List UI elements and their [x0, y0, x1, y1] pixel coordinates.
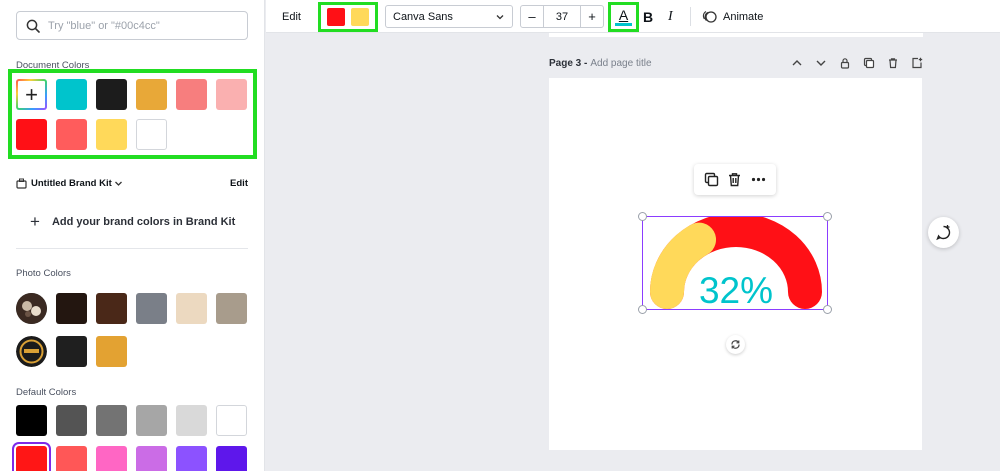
color-panel: Document Colors + Untitled Brand Kit Edi… — [0, 0, 265, 471]
photo-color-swatch[interactable] — [96, 336, 127, 367]
document-color-swatch[interactable] — [16, 119, 47, 150]
add-page-icon[interactable] — [911, 57, 923, 69]
default-colors-title: Default Colors — [16, 387, 77, 398]
delete-icon[interactable] — [727, 172, 742, 187]
animate-icon — [702, 11, 717, 23]
plus-icon: + — [25, 81, 38, 107]
add-color-button[interactable]: + — [16, 79, 47, 110]
selected-color-2[interactable] — [351, 8, 369, 26]
photo-thumbnail-2[interactable] — [16, 336, 47, 367]
document-color-swatch[interactable] — [96, 119, 127, 150]
resize-handle-bottom-left[interactable] — [638, 305, 647, 314]
color-search[interactable] — [16, 11, 248, 40]
chevron-down-icon — [496, 14, 504, 19]
font-size-value[interactable]: 37 — [543, 6, 581, 27]
selected-color-1[interactable] — [327, 8, 345, 26]
default-color-swatch[interactable] — [216, 446, 247, 471]
document-color-swatch[interactable] — [96, 79, 127, 110]
photo-color-swatch[interactable] — [136, 293, 167, 324]
default-color-swatch[interactable] — [136, 405, 167, 436]
resize-handle-top-right[interactable] — [823, 212, 832, 221]
default-color-swatch[interactable] — [56, 405, 87, 436]
element-context-toolbar — [694, 164, 776, 195]
divider — [16, 248, 248, 249]
increase-size-button[interactable]: + — [581, 9, 603, 24]
resize-handle-bottom-right[interactable] — [823, 305, 832, 314]
photo-thumbnail-1-image — [16, 293, 47, 324]
gauge-graphic: 32% — [650, 217, 822, 311]
add-comment-button[interactable] — [928, 217, 959, 248]
default-color-swatch[interactable] — [56, 446, 87, 471]
document-color-swatch[interactable] — [56, 79, 87, 110]
brand-kit-row: Untitled Brand Kit Edit — [16, 178, 248, 189]
gauge-value-text[interactable]: 32% — [699, 270, 773, 311]
gauge-fill — [650, 222, 717, 309]
page-title: Page 3 - — [549, 57, 588, 69]
search-input[interactable] — [48, 19, 238, 32]
chevron-up-icon[interactable] — [791, 57, 803, 69]
duplicate-page-icon[interactable] — [863, 57, 875, 69]
photo-color-swatch[interactable] — [96, 293, 127, 324]
document-color-swatch[interactable] — [216, 79, 247, 110]
more-options-icon[interactable] — [751, 172, 766, 187]
text-color-button[interactable]: A — [608, 2, 639, 32]
comment-icon — [936, 225, 951, 241]
page-actions — [791, 57, 923, 69]
decrease-size-button[interactable]: – — [521, 9, 543, 24]
document-color-swatch[interactable] — [176, 79, 207, 110]
document-color-swatch[interactable] — [136, 79, 167, 110]
rotate-icon — [731, 340, 740, 349]
italic-button[interactable]: I — [668, 0, 673, 33]
animate-button[interactable]: Animate — [702, 0, 763, 33]
document-color-swatch[interactable] — [136, 119, 167, 150]
chevron-down-icon[interactable] — [815, 57, 827, 69]
rotate-handle[interactable] — [726, 335, 745, 354]
add-brand-colors-label: Add your brand colors in Brand Kit — [51, 216, 236, 228]
gauge-element[interactable]: 32% — [638, 212, 832, 314]
photo-color-swatch[interactable] — [216, 293, 247, 324]
font-selector[interactable]: Canva Sans — [385, 5, 513, 28]
add-brand-colors-button[interactable]: + Add your brand colors in Brand Kit — [30, 212, 235, 232]
plus-icon: + — [30, 212, 40, 231]
photo-color-swatch[interactable] — [56, 293, 87, 324]
brand-kit-name[interactable]: Untitled Brand Kit — [31, 178, 112, 189]
chevron-down-icon[interactable] — [114, 179, 123, 188]
resize-handle-top-left[interactable] — [638, 212, 647, 221]
default-color-swatch[interactable] — [16, 446, 47, 471]
page-header: Page 3 - Add page title — [549, 57, 923, 69]
lock-icon[interactable] — [839, 57, 851, 69]
duplicate-icon[interactable] — [704, 172, 719, 187]
font-name: Canva Sans — [393, 10, 453, 23]
default-color-swatch[interactable] — [136, 446, 167, 471]
default-color-swatch[interactable] — [216, 405, 247, 436]
toolbar-divider — [690, 7, 691, 26]
top-toolbar: Edit Canva Sans – 37 + A B I Animate — [266, 0, 1000, 33]
photo-color-swatch[interactable] — [56, 336, 87, 367]
animate-label: Animate — [723, 10, 764, 23]
default-color-swatch[interactable] — [16, 405, 47, 436]
default-color-swatch[interactable] — [96, 446, 127, 471]
text-color-icon: A — [618, 6, 629, 23]
photo-color-swatch[interactable] — [176, 293, 207, 324]
brand-kit-edit-button[interactable]: Edit — [230, 178, 248, 189]
default-color-swatch[interactable] — [96, 405, 127, 436]
default-color-swatch[interactable] — [176, 446, 207, 471]
font-size-stepper[interactable]: – 37 + — [520, 5, 604, 28]
photo-thumbnail-2-image — [16, 336, 47, 367]
document-color-swatch[interactable] — [56, 119, 87, 150]
selected-colors-button[interactable] — [318, 2, 378, 32]
edit-button[interactable]: Edit — [282, 0, 301, 33]
add-page-title[interactable]: Add page title — [590, 58, 651, 69]
bold-button[interactable]: B — [643, 0, 653, 33]
text-color-bar — [615, 22, 632, 26]
search-icon — [26, 19, 40, 33]
photo-thumbnail-1[interactable] — [16, 293, 47, 324]
photo-colors-title: Photo Colors — [16, 268, 71, 279]
previous-page-edge — [549, 33, 923, 37]
default-color-swatch[interactable] — [176, 405, 207, 436]
brand-kit-icon — [16, 178, 27, 189]
delete-page-icon[interactable] — [887, 57, 899, 69]
